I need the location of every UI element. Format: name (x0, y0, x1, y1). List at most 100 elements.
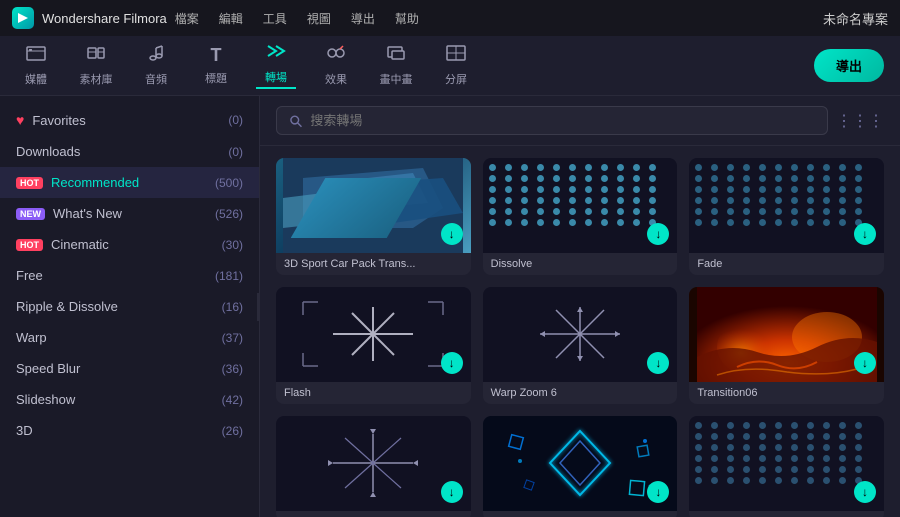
transition-icon (266, 42, 286, 65)
sidebar-item-cinematic[interactable]: HOT Cinematic (30) (0, 229, 259, 260)
card-car-pack[interactable]: ↓ 3D Sport Car Pack Trans... (276, 158, 471, 275)
fire-thumbnail: ↓ (689, 287, 884, 382)
toolbar-transition[interactable]: 轉場 (256, 42, 296, 89)
free-label: Free (16, 268, 43, 283)
toolbar-audio[interactable]: 音頻 (136, 44, 176, 87)
sidebar-item-free[interactable]: Free (181) (0, 260, 259, 291)
title-bar-left: Wondershare Filmora 檔案 編輯 工具 視圖 導出 幫助 (12, 7, 419, 29)
transition-grid: ↓ 3D Sport Car Pack Trans... (276, 158, 884, 517)
audio-label: 音頻 (145, 71, 167, 87)
fire-svg (697, 287, 877, 382)
dots3-label (689, 511, 884, 517)
blue-diamond-svg (490, 416, 670, 511)
title-bar-menu: 檔案 編輯 工具 視圖 導出 幫助 (175, 10, 419, 27)
sidebar-item-3d[interactable]: 3D (26) (0, 415, 259, 446)
card-blue-diamond[interactable]: ↓ (483, 416, 678, 517)
warp-thumbnail: ↓ (483, 287, 678, 382)
sidebar-item-ripple[interactable]: Ripple & Dissolve (16) (0, 291, 259, 322)
fade-dots (695, 164, 867, 226)
arrows-thumbnail: ↓ (276, 416, 471, 511)
speed-blur-count: (36) (222, 362, 243, 376)
search-wrapper (276, 106, 828, 135)
toolbar-materials[interactable]: 素材庫 (76, 44, 116, 87)
card-flash[interactable]: ↓ Flash (276, 287, 471, 404)
materials-label: 素材庫 (80, 71, 113, 87)
overlay-icon (386, 44, 406, 67)
menu-help[interactable]: 幫助 (395, 10, 419, 27)
fade-label: Fade (689, 253, 884, 275)
warp-label: Warp (16, 330, 47, 345)
card-fade[interactable]: ↓ Fade (689, 158, 884, 275)
search-icon (289, 114, 302, 128)
recommended-count: (500) (215, 176, 243, 190)
arrows-download-btn[interactable]: ↓ (441, 481, 463, 503)
card-arrows[interactable]: ↓ (276, 416, 471, 517)
card-dissolve[interactable]: ↓ Dissolve (483, 158, 678, 275)
flash-svg (283, 287, 463, 382)
dissolve-label: Dissolve (483, 253, 678, 275)
search-bar: ⋮⋮⋮ (260, 96, 900, 146)
grid-content: ↓ 3D Sport Car Pack Trans... (260, 146, 900, 517)
card-car-thumbnail: ↓ (276, 158, 471, 253)
menu-tools[interactable]: 工具 (263, 10, 287, 27)
sidebar-item-downloads[interactable]: Downloads (0) (0, 136, 259, 167)
fire-download-btn[interactable]: ↓ (854, 352, 876, 374)
free-count: (181) (215, 269, 243, 283)
card-warp-zoom[interactable]: ↓ Warp Zoom 6 (483, 287, 678, 404)
toolbar-effects[interactable]: 效果 (316, 44, 356, 87)
toolbar: 媒體 素材庫 (0, 36, 900, 96)
split-icon (446, 44, 466, 67)
audio-icon (147, 44, 165, 67)
sidebar-item-whats-new[interactable]: New What's New (526) (0, 198, 259, 229)
3d-count: (26) (222, 424, 243, 438)
downloads-count: (0) (228, 145, 243, 159)
dissolve-dots (489, 164, 661, 226)
flash-label: Flash (276, 382, 471, 404)
sidebar-item-speed-blur[interactable]: Speed Blur (36) (0, 353, 259, 384)
flash-download-btn[interactable]: ↓ (441, 352, 463, 374)
title-icon: T (211, 45, 222, 66)
hot-badge: HOT (16, 177, 43, 189)
toolbar-items: 媒體 素材庫 (16, 42, 476, 89)
transition-label: 轉場 (265, 69, 287, 85)
card-dots3[interactable]: ↓ (689, 416, 884, 517)
3d-label: 3D (16, 423, 33, 438)
toolbar-overlay[interactable]: 畫中畫 (376, 44, 416, 87)
search-input[interactable] (310, 113, 815, 128)
fade-thumbnail: ↓ (689, 158, 884, 253)
menu-edit[interactable]: 編輯 (219, 10, 243, 27)
dots3-download-btn[interactable]: ↓ (854, 481, 876, 503)
recommended-label: Recommended (51, 175, 139, 190)
grid-view-icon[interactable]: ⋮⋮⋮ (836, 111, 884, 131)
sidebar-item-favorites[interactable]: ♥ Favorites (0) (0, 104, 259, 136)
heart-icon: ♥ (16, 112, 24, 128)
sidebar-item-recommended[interactable]: HOT Recommended (500) (0, 167, 259, 198)
transition06-label: Transition06 (689, 382, 884, 404)
warp-count: (37) (222, 331, 243, 345)
car-download-btn[interactable]: ↓ (441, 223, 463, 245)
slideshow-count: (42) (222, 393, 243, 407)
export-button[interactable]: 導出 (814, 49, 884, 82)
app-name: Wondershare Filmora (42, 11, 167, 26)
blue-diamond-label (483, 511, 678, 517)
car-label: 3D Sport Car Pack Trans... (276, 253, 471, 275)
whats-new-label: What's New (53, 206, 122, 221)
sidebar-item-slideshow[interactable]: Slideshow (42) (0, 384, 259, 415)
menu-file[interactable]: 檔案 (175, 10, 199, 27)
toolbar-media[interactable]: 媒體 (16, 44, 56, 87)
app-logo (12, 7, 34, 29)
blue-diamond-thumbnail: ↓ (483, 416, 678, 511)
flash-thumbnail: ↓ (276, 287, 471, 382)
dots3-thumbnail: ↓ (689, 416, 884, 511)
favorites-count: (0) (228, 113, 243, 127)
materials-icon (86, 44, 106, 67)
main-content: ♥ Favorites (0) Downloads (0) HOT Recomm… (0, 96, 900, 517)
new-badge: New (16, 208, 45, 220)
toolbar-title[interactable]: T 標題 (196, 45, 236, 86)
menu-view[interactable]: 視圖 (307, 10, 331, 27)
fade-download-btn[interactable]: ↓ (854, 223, 876, 245)
card-transition06[interactable]: ↓ Transition06 (689, 287, 884, 404)
menu-export[interactable]: 導出 (351, 10, 375, 27)
toolbar-split[interactable]: 分屏 (436, 44, 476, 87)
sidebar-item-warp[interactable]: Warp (37) (0, 322, 259, 353)
